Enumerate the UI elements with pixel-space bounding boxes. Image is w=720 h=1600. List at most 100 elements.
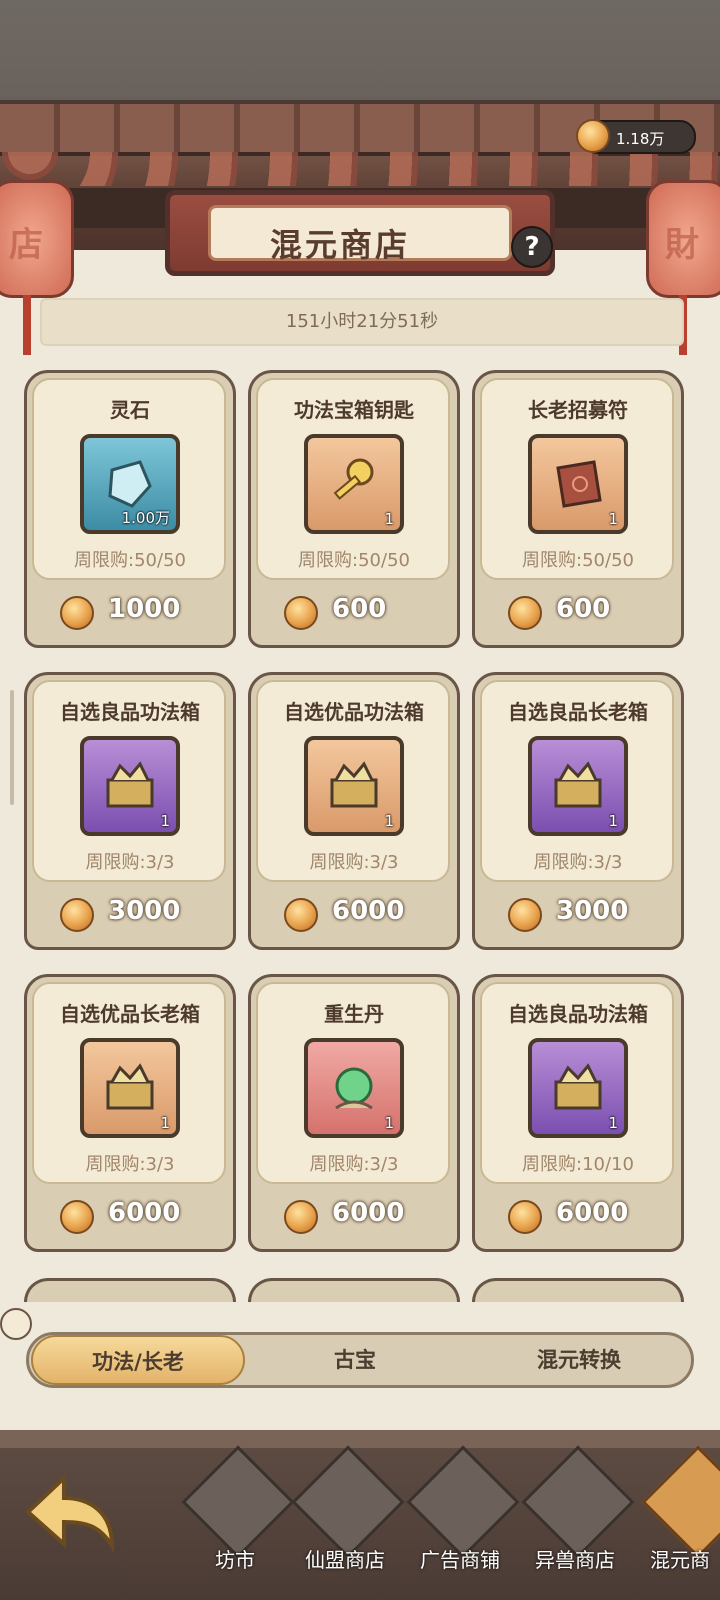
item-quantity: 1 [384,510,394,528]
item-card[interactable]: 自选优品功法箱 1 周限购:3/3 6000 [248,672,460,950]
purchase-limit: 周限购:50/50 [522,550,634,571]
item-price: 3000 [556,896,629,926]
buy-button[interactable]: 6000 [248,1184,460,1244]
page-title: 混元商店 [269,226,410,264]
purchase-limit: 周限购:3/3 [85,1154,175,1175]
roof-eaves [0,152,720,186]
item-card[interactable]: 自选良品功法箱 1 周限购:3/3 3000 [24,672,236,950]
buy-button[interactable]: 3000 [24,882,236,942]
nav-ad-shop[interactable]: 广告商铺 [405,1445,520,1588]
item-quantity: 1 [608,812,618,830]
item-quantity: 1 [384,812,394,830]
tab-ancient-treasure[interactable]: 古宝 [255,1335,455,1385]
item-name: 自选良品功法箱 [60,700,200,724]
purchase-limit: 周限购:3/3 [85,852,175,873]
buy-button[interactable]: 6000 [248,882,460,942]
coin-icon [60,1200,94,1234]
item-card[interactable]: 自选优品长老箱 1 周限购:3/3 6000 [24,974,236,1252]
rebirth-pill-icon: 1 [304,1038,404,1138]
buy-button[interactable]: 6000 [24,1184,236,1244]
purchase-limit: 周限购:3/3 [533,852,623,873]
item-quantity: 1 [608,510,618,528]
item-price: 600 [556,594,611,624]
item-name: 重生丹 [324,1002,384,1026]
item-card[interactable]: 长老招募符 1 周限购:50/50 600 [472,370,684,648]
purchase-limit: 周限购:3/3 [309,852,399,873]
beast-icon [521,1445,635,1559]
coin-icon [60,898,94,932]
item-card[interactable]: 灵石 1.00万 周限购:50/50 1000 [24,370,236,648]
item-name: 灵石 [110,398,150,422]
technique-chest-icon: 1 [304,736,404,836]
item-quantity: 1 [160,1114,170,1132]
back-arrow-icon[interactable] [20,1468,120,1554]
buy-button[interactable]: 6000 [472,1184,684,1244]
item-price: 1000 [108,594,181,624]
item-name: 自选良品功法箱 [508,1002,648,1026]
buy-button[interactable]: 3000 [472,882,684,942]
purchase-limit: 周限购:50/50 [74,550,186,571]
nav-xianmeng-shop[interactable]: 仙盟商店 [290,1445,405,1588]
tab-gongfa-elder[interactable]: 功法/长老 [31,1335,245,1385]
coin-icon [284,596,318,630]
lantern-left: 店 [0,180,74,355]
item-price: 6000 [332,896,405,926]
buy-button[interactable]: 1000 [24,580,236,640]
buy-button[interactable]: 600 [472,580,684,640]
coin-icon [508,898,542,932]
item-price: 6000 [108,1198,181,1228]
item-quantity: 1 [608,1114,618,1132]
item-price: 6000 [332,1198,405,1228]
nav-beast-shop[interactable]: 异兽商店 [520,1445,635,1588]
lantern-right: 財 [646,180,720,355]
technique-chest-icon: 1 [528,1038,628,1138]
alliance-icon [291,1445,405,1559]
item-card[interactable]: 重生丹 1 周限购:3/3 6000 [248,974,460,1252]
item-name: 长老招募符 [528,398,628,422]
market-icon [181,1445,295,1559]
buy-button[interactable]: 600 [248,580,460,640]
category-tabs: 功法/长老 古宝 混元转换 [26,1332,694,1388]
technique-chest-icon: 1 [80,736,180,836]
item-name: 自选优品长老箱 [60,1002,200,1026]
shop-title-plaque: 混元商店 ? [165,190,555,276]
coin-icon [60,596,94,630]
item-quantity: 1 [384,1114,394,1132]
purchase-limit: 周限购:3/3 [309,1154,399,1175]
golden-key-icon: 1 [304,434,404,534]
item-price: 3000 [108,896,181,926]
item-price: 6000 [556,1198,629,1228]
scroll-indicator [10,690,14,805]
help-button[interactable]: ? [511,226,553,268]
item-quantity: 1 [160,812,170,830]
currency-display[interactable]: 1.18万 [576,119,696,154]
chat-bubble-icon[interactable] [0,1308,32,1340]
video-play-icon [406,1445,520,1559]
nav-fangshi[interactable]: 坊市 [180,1445,295,1588]
item-card-partial [24,1278,236,1302]
coin-icon [284,1200,318,1234]
bottom-nav: 坊市 仙盟商店 广告商铺 异兽商店 混元商 [0,1430,720,1600]
nav-hunyuan-shop[interactable]: 混元商 [640,1445,720,1588]
coin-icon [508,1200,542,1234]
item-card-partial [248,1278,460,1302]
item-card-partial [472,1278,684,1302]
coin-icon [284,898,318,932]
item-quantity: 1.00万 [121,509,170,527]
refresh-timer: 151小时21分51秒 [40,298,684,346]
item-name: 自选良品长老箱 [508,700,648,724]
coin-icon [576,119,610,153]
purchase-limit: 周限购:10/10 [522,1154,634,1175]
item-name: 自选优品功法箱 [284,700,424,724]
item-card[interactable]: 自选良品功法箱 1 周限购:10/10 6000 [472,974,684,1252]
tab-hunyuan-convert[interactable]: 混元转换 [469,1335,689,1385]
coin-icon [508,596,542,630]
currency-amount: 1.18万 [616,130,665,148]
hunyuan-icon [641,1445,720,1559]
item-card[interactable]: 自选良品长老箱 1 周限购:3/3 3000 [472,672,684,950]
item-name: 功法宝箱钥匙 [294,398,414,422]
purchase-limit: 周限购:50/50 [298,550,410,571]
elder-chest-icon: 1 [80,1038,180,1138]
item-price: 600 [332,594,387,624]
item-card[interactable]: 功法宝箱钥匙 1 周限购:50/50 600 [248,370,460,648]
